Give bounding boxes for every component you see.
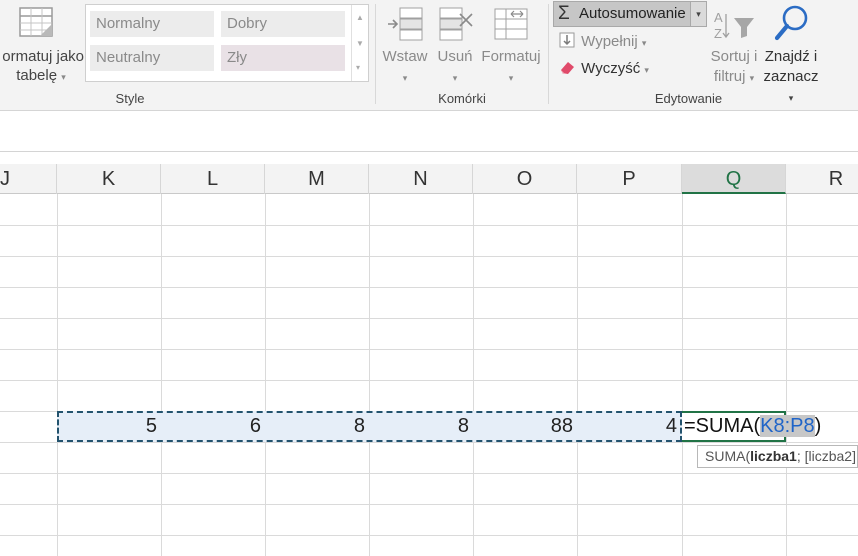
column-header-m[interactable]: M bbox=[265, 164, 369, 194]
gridline bbox=[0, 225, 858, 226]
gridline bbox=[0, 349, 858, 350]
function-tooltip: SUMA(liczba1; [liczba2]; ...) bbox=[697, 445, 858, 468]
column-header-k[interactable]: K bbox=[57, 164, 161, 194]
gridline bbox=[0, 287, 858, 288]
delete-label: Usuń bbox=[437, 48, 473, 65]
chevron-down-icon: ▾ bbox=[452, 73, 458, 83]
group-separator bbox=[375, 4, 376, 104]
formula-prefix: =SUMA( bbox=[684, 415, 761, 437]
chevron-down-icon: ▾ bbox=[61, 72, 66, 82]
eraser-icon bbox=[557, 58, 577, 80]
gridline bbox=[0, 442, 858, 443]
gridline bbox=[577, 194, 578, 556]
sort-filter-button[interactable]: A Z Sortuj i filtruj ▾ bbox=[706, 2, 762, 86]
formula-bar-border bbox=[0, 151, 858, 152]
svg-text:Z: Z bbox=[714, 26, 722, 41]
tooltip-function[interactable]: SUMA( bbox=[705, 448, 750, 464]
style-bad[interactable]: Zły bbox=[221, 45, 345, 71]
formula-bar-area bbox=[0, 111, 858, 152]
cell-n8[interactable]: 8 bbox=[369, 412, 473, 441]
column-header-l[interactable]: L bbox=[161, 164, 265, 194]
cell-formula-editor[interactable]: =SUMA(K8:P8) bbox=[684, 412, 821, 441]
style-normal[interactable]: Normalny bbox=[90, 11, 214, 37]
style-neutral[interactable]: Neutralny bbox=[90, 45, 214, 71]
scroll-up-icon[interactable]: ▲ bbox=[356, 13, 364, 22]
cell-k8[interactable]: 5 bbox=[57, 412, 161, 441]
insert-cells-icon bbox=[386, 6, 424, 42]
gridline bbox=[57, 194, 58, 556]
column-header-n[interactable]: N bbox=[369, 164, 473, 194]
cells-group-label: Komórki bbox=[438, 91, 486, 106]
gallery-scrollbar[interactable]: ▲ ▼ ▾ bbox=[351, 5, 368, 81]
sort-filter-label-line2: filtruj bbox=[713, 68, 746, 85]
gridline bbox=[0, 256, 858, 257]
gridline bbox=[0, 380, 858, 381]
gridline bbox=[786, 194, 787, 556]
autosum-label: Autosumowanie bbox=[579, 5, 686, 22]
format-cells-icon bbox=[492, 6, 530, 42]
clear-label: Wyczyść bbox=[581, 60, 641, 77]
tooltip-current-arg: liczba1 bbox=[750, 448, 797, 464]
gridline bbox=[0, 504, 858, 505]
editing-group-label: Edytowanie bbox=[654, 91, 723, 106]
insert-cells-button[interactable]: Wstaw ▾ bbox=[380, 2, 430, 86]
delete-cells-icon bbox=[438, 6, 474, 42]
format-label: Formatuj bbox=[481, 48, 541, 65]
gallery-more-icon[interactable]: ▾ bbox=[356, 63, 360, 72]
chevron-down-icon: ▾ bbox=[402, 73, 408, 83]
group-separator bbox=[548, 4, 549, 104]
tooltip-rest: ; [liczba2]; ...) bbox=[796, 448, 858, 464]
gridline bbox=[369, 194, 370, 556]
column-header-q[interactable]: Q bbox=[682, 164, 786, 194]
format-table-icon bbox=[18, 6, 54, 40]
sigma-icon: Σ bbox=[558, 3, 570, 24]
format-as-table-label-line2: tabelę bbox=[16, 67, 58, 84]
formula-range-reference: K8:P8 bbox=[760, 415, 815, 437]
insert-label: Wstaw bbox=[382, 48, 428, 65]
gridline bbox=[473, 194, 474, 556]
gridline bbox=[265, 194, 266, 556]
gridline bbox=[0, 535, 858, 536]
format-cells-button[interactable]: Formatuj ▾ bbox=[480, 2, 542, 86]
chevron-down-icon: ▾ bbox=[508, 73, 514, 83]
fill-button[interactable]: Wypełnij ▾ bbox=[557, 31, 646, 54]
scroll-down-icon[interactable]: ▼ bbox=[356, 39, 364, 48]
chevron-down-icon: ▾ bbox=[641, 38, 647, 48]
gridline bbox=[0, 318, 858, 319]
column-header-o[interactable]: O bbox=[473, 164, 577, 194]
fill-label: Wypełnij bbox=[581, 33, 638, 50]
column-header-p[interactable]: P bbox=[577, 164, 682, 194]
cell-l8[interactable]: 6 bbox=[161, 412, 265, 441]
sort-filter-label-line1: Sortuj i bbox=[710, 48, 758, 65]
cell-p8[interactable]: 4 bbox=[577, 412, 681, 441]
magnifier-icon bbox=[774, 4, 810, 42]
column-header-r[interactable]: R bbox=[786, 164, 858, 194]
sort-filter-icon: A Z bbox=[712, 8, 756, 42]
find-select-button[interactable]: Znajdź i zaznacz ▾ bbox=[760, 2, 822, 103]
styles-group-label: Style bbox=[115, 91, 145, 106]
formula-suffix: ) bbox=[814, 415, 822, 437]
svg-text:A: A bbox=[714, 10, 723, 25]
clear-button[interactable]: Wyczyść ▾ bbox=[557, 58, 649, 81]
column-header-j[interactable]: J bbox=[0, 164, 57, 194]
format-as-table-label-line1: ormatuj jako bbox=[2, 48, 84, 65]
delete-cells-button[interactable]: Usuń ▾ bbox=[434, 2, 476, 86]
cell-o8[interactable]: 88 bbox=[473, 412, 577, 441]
cell-styles-gallery: Normalny Dobry Neutralny Zły ▲ ▼ ▾ bbox=[85, 4, 369, 82]
chevron-down-icon: ▾ bbox=[749, 73, 755, 83]
cell-m8[interactable]: 8 bbox=[265, 412, 369, 441]
format-as-table-button[interactable]: ormatuj jako tabelę ▾ bbox=[0, 0, 84, 88]
chevron-down-icon: ▾ bbox=[696, 9, 701, 19]
autosum-dropdown[interactable]: ▾ bbox=[690, 2, 706, 26]
gridline bbox=[682, 194, 683, 556]
style-good[interactable]: Dobry bbox=[221, 11, 345, 37]
fill-down-icon bbox=[557, 31, 577, 53]
find-select-label-line1: Znajdź i bbox=[764, 48, 818, 65]
gridline bbox=[0, 473, 858, 474]
chevron-down-icon: ▾ bbox=[644, 65, 649, 75]
autosum-button[interactable]: Σ Autosumowanie ▾ bbox=[553, 1, 707, 27]
gridline bbox=[161, 194, 162, 556]
find-select-label-line2: zaznacz bbox=[763, 68, 819, 85]
